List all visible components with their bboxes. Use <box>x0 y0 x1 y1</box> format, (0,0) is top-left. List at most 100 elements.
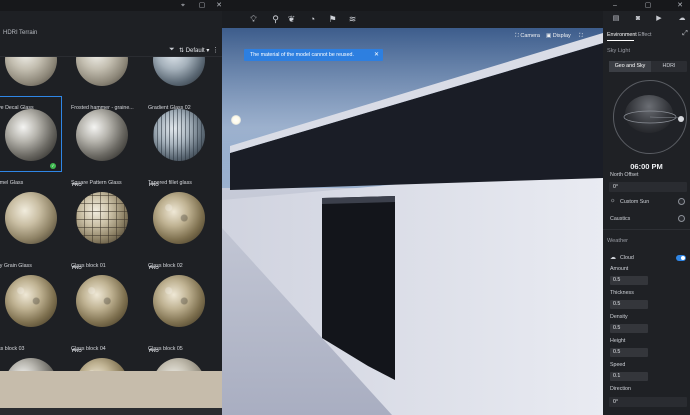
material-card[interactable]: PRO Glass block 05 <box>146 262 220 352</box>
main-toolbar: 💡︎ ⚲ ❦ ◔ ⚑ ≋ <box>221 11 603 28</box>
video-icon[interactable]: ▶ <box>654 14 664 24</box>
material-thumbnail-frame <box>0 179 62 255</box>
camera-label: Camera <box>520 33 540 39</box>
display-button[interactable]: ▣ Display <box>546 31 571 41</box>
material-card[interactable]: Square Pattern Glass <box>69 96 143 186</box>
pin-window-icon[interactable]: ⌖ <box>178 1 188 10</box>
close-window-icon[interactable]: ✕ <box>214 1 224 10</box>
tab-hdri[interactable]: HDRI <box>3 30 18 36</box>
sun-icon: ☼ <box>610 198 616 204</box>
camera-icon[interactable]: ◙ <box>633 14 643 24</box>
properties-panel: ▤ ◙ ▶ ☁ Environment Effect ⤢ Sky Light G… <box>603 11 690 415</box>
material-thumbnail <box>153 57 205 86</box>
more-options-icon[interactable]: ⋮ <box>212 46 219 54</box>
status-bar <box>0 408 222 415</box>
pro-badge: PRO <box>149 348 159 353</box>
material-thumbnail <box>76 275 128 327</box>
material-card[interactable]: PRO <box>69 345 143 371</box>
material-thumbnail <box>153 192 205 244</box>
filter-icon[interactable]: ⏷ <box>169 46 175 54</box>
material-thumbnail-frame: PRO <box>69 179 133 255</box>
amount-label: Amount <box>610 266 629 272</box>
sun <box>231 115 241 125</box>
section-divider <box>603 229 690 230</box>
title-bar: ⌖ ▢ ✕ – ▢ ✕ <box>0 0 690 11</box>
fullscreen-icon[interactable]: ⛶ <box>579 31 583 41</box>
caustics-label: Caustics <box>610 216 631 222</box>
material-thumbnail-frame: PRO <box>69 345 133 371</box>
material-card[interactable]: ss block 03 <box>0 262 68 352</box>
cloud-toggle[interactable] <box>676 255 686 261</box>
caustics-toggle[interactable] <box>678 215 685 222</box>
cloud-small-icon: ☁ <box>610 255 616 261</box>
expand-icon[interactable]: ⤢ <box>680 29 690 39</box>
filter-row: ⏷ ⇅ Default ▾ ⋮ <box>0 45 222 57</box>
sky-mode-hdri[interactable]: HDRI <box>651 61 687 72</box>
material-card[interactable] <box>0 345 68 371</box>
toast-message: The material of the model cannot be reus… <box>250 52 354 58</box>
apple-icon[interactable]: ◔ <box>306 13 319 26</box>
material-thumbnail <box>5 109 57 161</box>
sun-knob[interactable] <box>678 116 684 122</box>
material-thumbnail-frame: PRO <box>146 345 210 371</box>
material-card[interactable]: ry Grain Glass <box>0 179 68 269</box>
leaf-icon[interactable]: ❦ <box>285 13 298 26</box>
time-display: 06:00 PM <box>630 162 663 171</box>
height-input[interactable]: 0.5 <box>610 348 648 357</box>
material-thumbnail <box>5 192 57 244</box>
thickness-input[interactable]: 0.5 <box>610 300 648 309</box>
file-icon[interactable]: ▤ <box>611 14 621 24</box>
restore-window-icon[interactable]: ▢ <box>197 1 207 10</box>
sun-position-dial[interactable] <box>613 80 687 154</box>
3d-viewport[interactable]: ⛶ Camera ▣ Display ⛶ The material of the… <box>222 28 603 415</box>
material-card[interactable]: PRO Glass block 01 <box>69 179 143 269</box>
camera-button[interactable]: ⛶ Camera <box>515 31 540 41</box>
cloud-icon[interactable]: ☁ <box>677 14 687 24</box>
height-label: Height <box>610 338 626 344</box>
close-icon[interactable]: ✕ <box>675 1 685 10</box>
amount-input[interactable]: 0.5 <box>610 276 648 285</box>
sort-dropdown[interactable]: ⇅ Default ▾ <box>179 47 209 54</box>
pin-icon[interactable]: ⚲ <box>269 13 282 26</box>
pro-badge: PRO <box>72 265 82 270</box>
sky-mode-toggle: Geo and Sky HDRI <box>609 61 687 72</box>
dial-ring <box>623 110 682 124</box>
viewport-toolbar: ⛶ Camera ▣ Display ⛶ <box>515 30 602 42</box>
error-toast: The material of the model cannot be reus… <box>244 49 383 61</box>
material-card[interactable]: ✓ rmel Glass <box>0 96 68 186</box>
material-thumbnail-frame: PRO <box>146 262 210 338</box>
minimize-icon[interactable]: – <box>610 1 620 10</box>
sky-mode-geo[interactable]: Geo and Sky <box>609 61 651 72</box>
speed-input[interactable]: 0.1 <box>610 372 648 381</box>
custom-sun-toggle[interactable] <box>678 198 685 205</box>
cloud-label: Cloud <box>620 255 634 261</box>
material-thumbnail <box>153 109 205 161</box>
tab-environment[interactable]: Environment <box>607 32 637 38</box>
direction-label: Direction <box>610 386 631 392</box>
north-offset-input[interactable]: 0° <box>609 182 687 192</box>
tab-effect[interactable]: Effect <box>638 32 651 38</box>
library-tabs: HDRI Terrain <box>0 11 222 45</box>
material-thumbnail <box>76 358 128 371</box>
sort-label: Default <box>185 48 205 54</box>
lightbulb-icon[interactable]: 💡︎ <box>247 13 260 26</box>
material-thumbnail-frame <box>146 96 210 172</box>
density-input[interactable]: 0.5 <box>610 324 648 333</box>
material-thumbnail <box>153 358 205 371</box>
close-toast-icon[interactable]: ✕ <box>374 49 379 61</box>
material-card[interactable]: PRO Glass block 02 <box>146 179 220 269</box>
material-thumbnail <box>76 57 128 86</box>
tab-terrain[interactable]: Terrain <box>19 30 37 36</box>
direction-input[interactable]: 0° <box>609 397 687 407</box>
material-card[interactable]: PRO Glass block 04 <box>69 262 143 352</box>
material-card[interactable]: Tapered fillet glass <box>146 96 220 186</box>
tab-underline <box>607 40 634 41</box>
layers-icon[interactable]: ≋ <box>346 13 359 26</box>
display-label: Display <box>552 33 571 39</box>
flag-icon[interactable]: ⚑ <box>326 13 339 26</box>
material-thumbnail-frame <box>69 96 133 172</box>
material-card[interactable]: PRO <box>146 345 220 371</box>
material-thumbnail-frame <box>0 57 62 97</box>
pro-badge: PRO <box>149 182 159 187</box>
maximize-icon[interactable]: ▢ <box>643 1 653 10</box>
